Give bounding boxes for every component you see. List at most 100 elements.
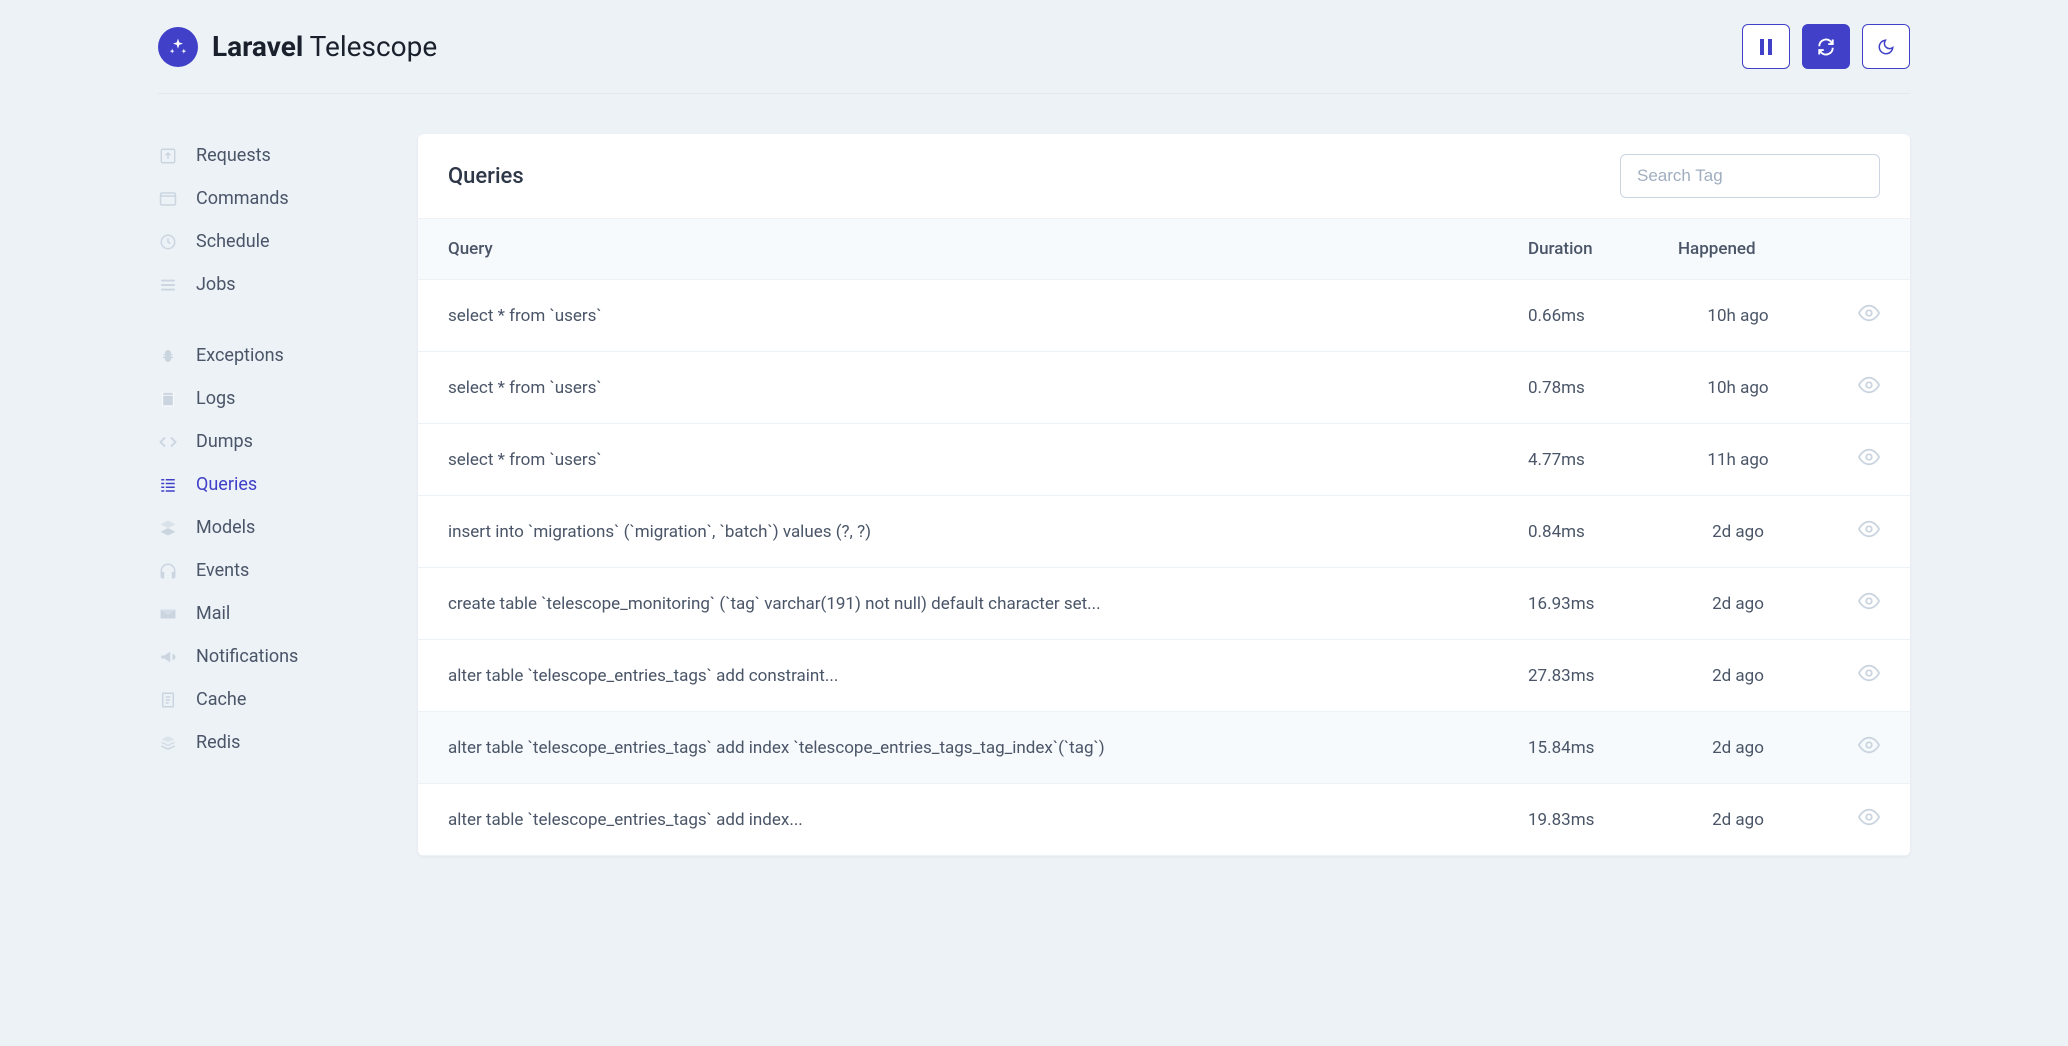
refresh-icon (1817, 38, 1835, 56)
happened-cell: 11h ago (1648, 424, 1828, 496)
view-icon[interactable] (1858, 806, 1880, 828)
megaphone-icon (158, 647, 178, 667)
column-header-duration: Duration (1498, 219, 1648, 280)
sidebar-item-cache[interactable]: Cache (158, 678, 388, 721)
brand-icon (158, 27, 198, 67)
column-header-happened: Happened (1648, 219, 1828, 280)
sidebar-item-commands[interactable]: Commands (158, 177, 388, 220)
view-icon[interactable] (1858, 518, 1880, 540)
view-icon[interactable] (1858, 590, 1880, 612)
table-row: insert into `migrations` (`migration`, `… (418, 496, 1910, 568)
queries-icon (158, 475, 178, 495)
column-header-query: Query (418, 219, 1498, 280)
queries-card: Queries Query Duration Happened select *… (418, 134, 1910, 856)
sidebar-item-events[interactable]: Events (158, 549, 388, 592)
table-row: alter table `telescope_entries_tags` add… (418, 640, 1910, 712)
queries-table: Query Duration Happened select * from `u… (418, 218, 1910, 856)
clipboard-icon (158, 690, 178, 710)
action-cell (1828, 496, 1910, 568)
bug-icon (158, 346, 178, 366)
sidebar-item-label: Models (196, 517, 255, 538)
duration-cell: 15.84ms (1498, 712, 1648, 784)
sidebar-item-label: Commands (196, 188, 289, 209)
sidebar-item-mail[interactable]: Mail (158, 592, 388, 635)
sidebar-item-label: Events (196, 560, 249, 581)
query-cell: alter table `telescope_entries_tags` add… (418, 640, 1498, 712)
header-actions (1742, 24, 1910, 69)
sidebar-item-label: Logs (196, 388, 235, 409)
sidebar-item-label: Requests (196, 145, 271, 166)
sidebar: Requests Commands Schedule Jobs Exceptions Lo… (158, 134, 388, 856)
column-header-action (1828, 219, 1910, 280)
header: Laravel Telescope (158, 0, 1910, 94)
sidebar-item-schedule[interactable]: Schedule (158, 220, 388, 263)
duration-cell: 0.78ms (1498, 352, 1648, 424)
sidebar-item-dumps[interactable]: Dumps (158, 420, 388, 463)
query-cell: insert into `migrations` (`migration`, `… (418, 496, 1498, 568)
table-row: select * from `users`0.78ms10h ago (418, 352, 1910, 424)
action-cell (1828, 280, 1910, 352)
duration-cell: 0.84ms (1498, 496, 1648, 568)
layers-icon (158, 518, 178, 538)
action-cell (1828, 712, 1910, 784)
happened-cell: 2d ago (1648, 640, 1828, 712)
pause-button[interactable] (1742, 24, 1790, 69)
headphones-icon (158, 561, 178, 581)
happened-cell: 10h ago (1648, 280, 1828, 352)
view-icon[interactable] (1858, 302, 1880, 324)
happened-cell: 10h ago (1648, 352, 1828, 424)
brand[interactable]: Laravel Telescope (158, 27, 437, 67)
sidebar-item-label: Mail (196, 603, 230, 624)
sidebar-item-redis[interactable]: Redis (158, 721, 388, 764)
sidebar-item-notifications[interactable]: Notifications (158, 635, 388, 678)
refresh-button[interactable] (1802, 24, 1850, 69)
table-row: create table `telescope_monitoring` (`ta… (418, 568, 1910, 640)
sidebar-item-logs[interactable]: Logs (158, 377, 388, 420)
sidebar-item-models[interactable]: Models (158, 506, 388, 549)
duration-cell: 27.83ms (1498, 640, 1648, 712)
action-cell (1828, 352, 1910, 424)
sidebar-item-label: Cache (196, 689, 246, 710)
action-cell (1828, 568, 1910, 640)
sidebar-item-requests[interactable]: Requests (158, 134, 388, 177)
happened-cell: 2d ago (1648, 712, 1828, 784)
sidebar-item-label: Exceptions (196, 345, 284, 366)
sidebar-item-label: Schedule (196, 231, 270, 252)
sidebar-item-label: Dumps (196, 431, 253, 452)
list-icon (158, 275, 178, 295)
sidebar-item-jobs[interactable]: Jobs (158, 263, 388, 306)
page-title: Queries (448, 164, 524, 189)
stack-icon (158, 733, 178, 753)
table-row: alter table `telescope_entries_tags` add… (418, 784, 1910, 856)
sidebar-item-label: Jobs (196, 274, 236, 295)
query-cell: create table `telescope_monitoring` (`ta… (418, 568, 1498, 640)
sidebar-item-exceptions[interactable]: Exceptions (158, 334, 388, 377)
duration-cell: 4.77ms (1498, 424, 1648, 496)
happened-cell: 2d ago (1648, 568, 1828, 640)
view-icon[interactable] (1858, 734, 1880, 756)
code-icon (158, 432, 178, 452)
view-icon[interactable] (1858, 374, 1880, 396)
duration-cell: 0.66ms (1498, 280, 1648, 352)
action-cell (1828, 640, 1910, 712)
card-header: Queries (418, 134, 1910, 218)
theme-button[interactable] (1862, 24, 1910, 69)
sidebar-item-queries[interactable]: Queries (158, 463, 388, 506)
happened-cell: 2d ago (1648, 784, 1828, 856)
search-input[interactable] (1620, 154, 1880, 198)
moon-icon (1877, 38, 1895, 56)
view-icon[interactable] (1858, 446, 1880, 468)
view-icon[interactable] (1858, 662, 1880, 684)
sidebar-item-label: Notifications (196, 646, 298, 667)
sidebar-item-label: Redis (196, 732, 240, 753)
table-row: select * from `users`0.66ms10h ago (418, 280, 1910, 352)
request-icon (158, 146, 178, 166)
mail-icon (158, 604, 178, 624)
terminal-icon (158, 189, 178, 209)
file-icon (158, 389, 178, 409)
query-cell: alter table `telescope_entries_tags` add… (418, 712, 1498, 784)
brand-title: Laravel Telescope (212, 30, 437, 63)
happened-cell: 2d ago (1648, 496, 1828, 568)
action-cell (1828, 784, 1910, 856)
query-cell: select * from `users` (418, 280, 1498, 352)
